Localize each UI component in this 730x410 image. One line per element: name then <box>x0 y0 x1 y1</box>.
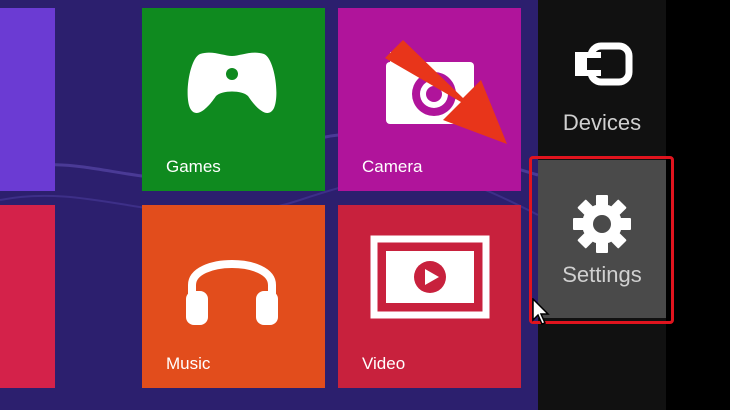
video-icon <box>370 235 490 319</box>
headphones-icon <box>186 260 278 325</box>
devices-icon <box>575 42 633 86</box>
tile-games-label: Games <box>166 157 221 176</box>
mouse-cursor-icon <box>532 298 550 325</box>
tile-games[interactable]: Games <box>142 8 325 191</box>
game-controller-icon <box>187 52 277 113</box>
right-edge <box>666 0 730 410</box>
tile-music-label: Music <box>166 354 211 373</box>
tile-camera-label: Camera <box>362 157 423 176</box>
red-arrow-annotation <box>385 40 507 144</box>
tile-video[interactable]: Video <box>338 205 521 388</box>
tile-video-label: Video <box>362 354 406 373</box>
tile-left-bottom[interactable] <box>0 205 55 388</box>
start-screen: Games Camera Music Video <box>0 0 538 410</box>
devices-charm[interactable]: Devices <box>538 30 666 140</box>
tile-left-top[interactable] <box>0 8 55 191</box>
tile-music[interactable]: Music <box>142 205 325 388</box>
devices-label: Devices <box>562 110 642 135</box>
